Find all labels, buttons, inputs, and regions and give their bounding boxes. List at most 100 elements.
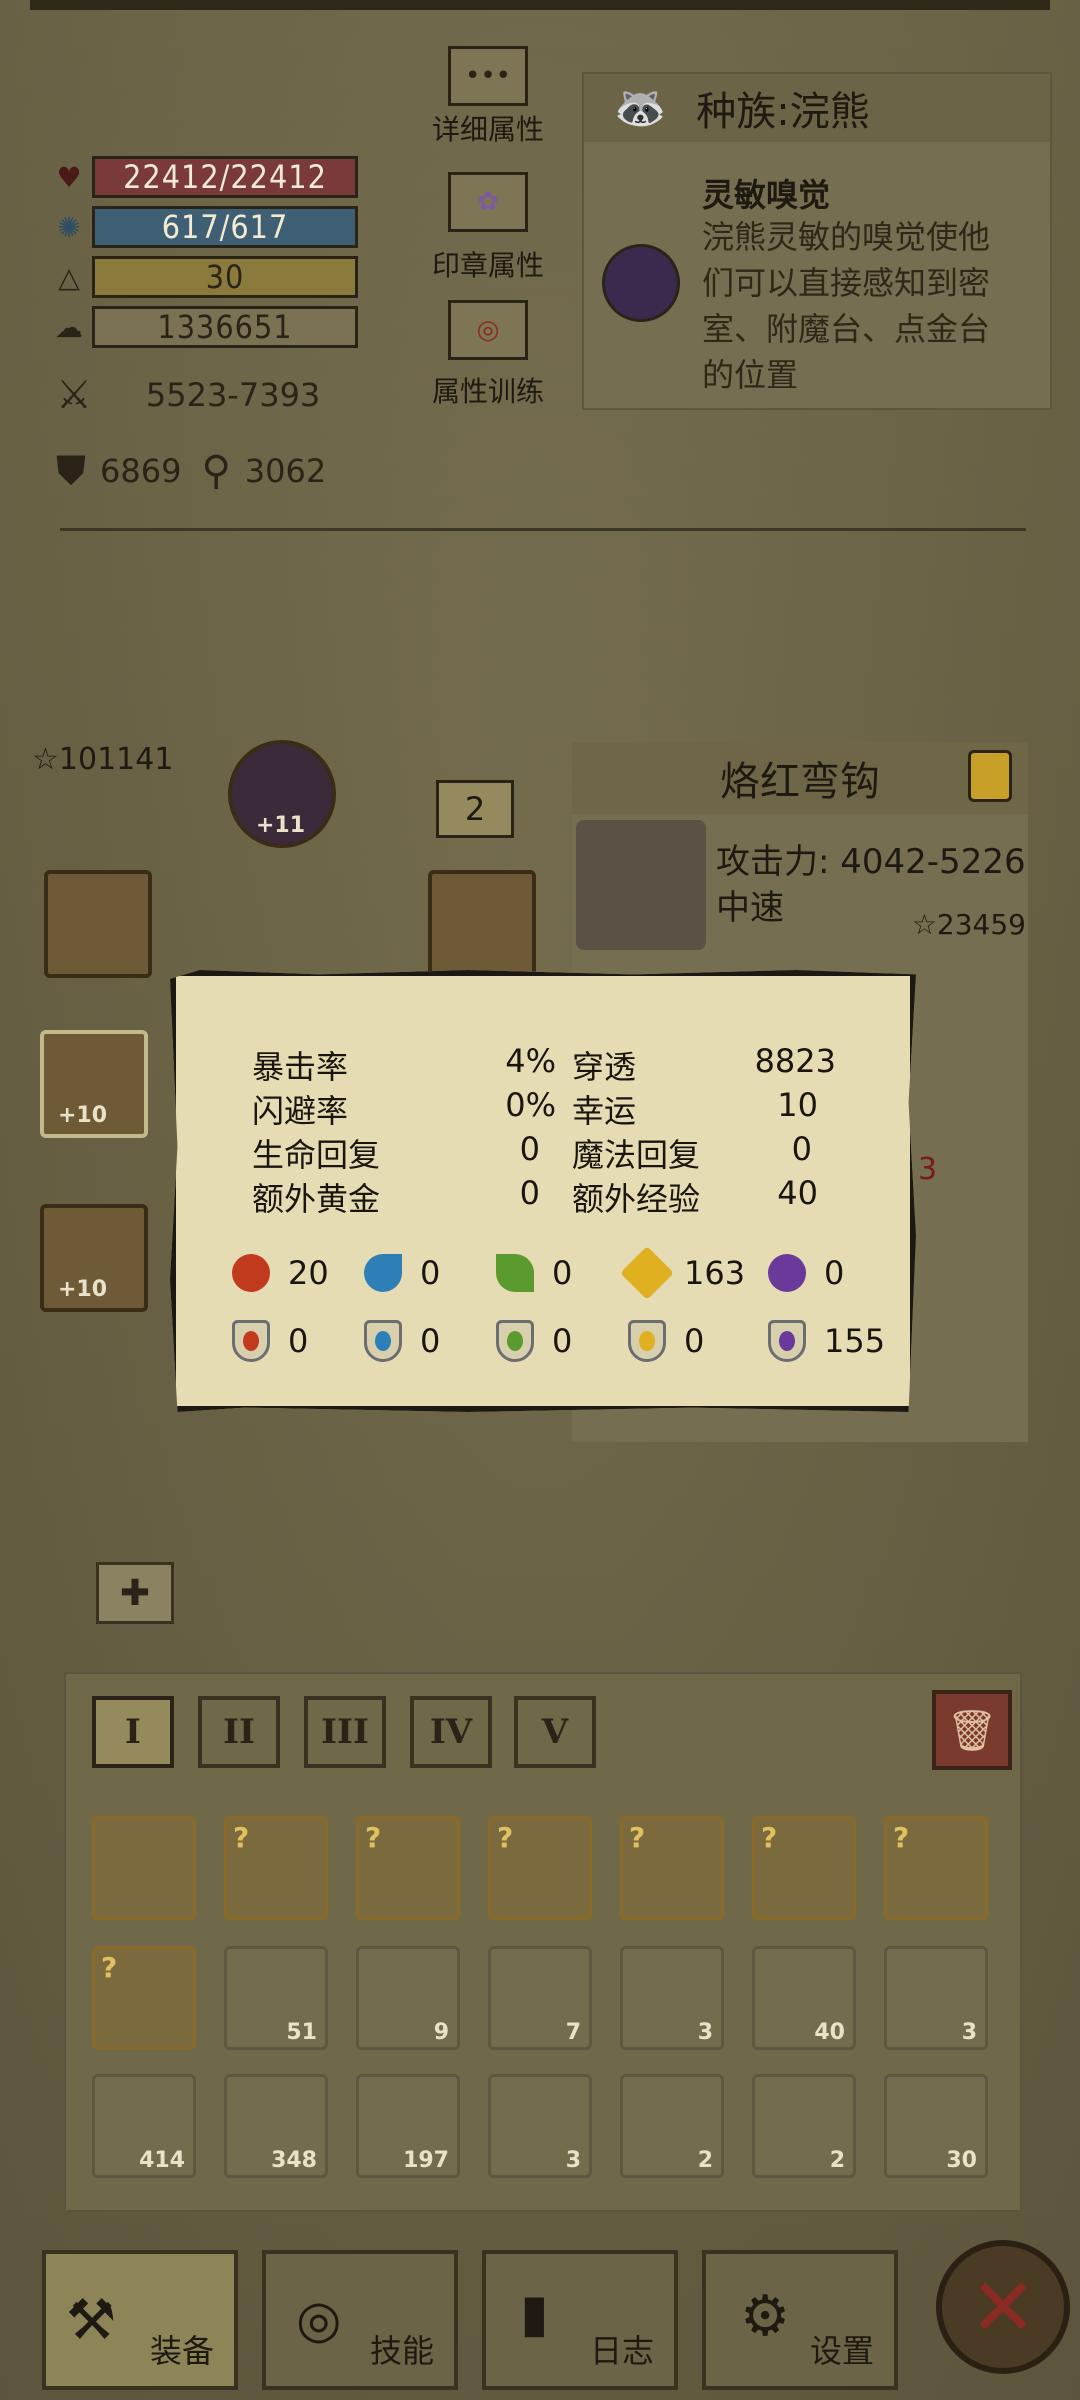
level-badge[interactable]: 2 [436,780,514,838]
resist-fire: 0 [232,1320,308,1362]
level-bar: 30 [92,256,358,298]
inventory-unknown-item[interactable]: ? [620,1816,724,1920]
mp-regen-value: 0 [791,1130,812,1168]
inventory-item[interactable]: 9 [356,1946,460,2050]
inventory-item[interactable]: 3 [488,2074,592,2178]
inventory-tab-4[interactable]: IV [410,1696,492,1768]
inventory-item[interactable]: 414 [92,2074,196,2178]
inventory-tab-3[interactable]: III [304,1696,386,1768]
attack-fire: 20 [232,1254,329,1292]
nav-skills[interactable]: ◎ 技能 [262,2250,458,2390]
nav-equipment[interactable]: ⚒ 装备 [42,2250,238,2390]
dodge-label: 闪避率 [252,1092,349,1130]
hp-regen-value: 0 [519,1130,540,1168]
equipment-power: ☆101141 [32,742,174,777]
race-skill-name: 灵敏嗅觉 [702,176,831,214]
bonus-gold-value: 0 [519,1174,540,1212]
water-shield-icon [364,1320,402,1362]
inventory-item[interactable]: 30 [884,2074,988,2178]
resist-water: 0 [364,1320,440,1362]
luck-label: 幸运 [572,1092,637,1130]
leaf-icon [496,1254,534,1292]
attack-stat: ⚔ 5523-7393 [56,372,320,418]
bonus-gold-label: 额外黄金 [252,1180,381,1218]
inventory-item[interactable]: 7 [488,1946,592,2050]
magic-staff-icon: ⚲ [201,448,231,494]
seal-attributes-button[interactable]: ✿ [448,172,528,232]
pierce-value: 8823 [754,1042,836,1080]
inventory-unknown-item[interactable]: ? [488,1816,592,1920]
attribute-training-button[interactable]: ◎ [448,300,528,360]
shield-icon: ⛊ [56,448,86,494]
gold-pile-icon: ☁ [55,310,83,344]
raccoon-head-icon: 🦝 [614,83,667,132]
light-shield-icon [628,1320,666,1362]
helmet-slot[interactable]: +11 [228,740,336,848]
crit-label: 暴击率 [252,1048,349,1086]
level-triangle-icon: △ [58,260,80,294]
light-burst-icon [620,1246,674,1300]
attack-value: 5523-7393 [145,376,321,414]
inventory-item[interactable]: 348 [224,2074,328,2178]
nav-log[interactable]: ▮ 日志 [482,2250,678,2390]
question-mark-icon: ? [101,1951,118,1984]
helmet-plus: +11 [256,813,306,838]
weapon-power: ☆23459 [911,908,1026,941]
inventory-item[interactable]: 40 [752,1946,856,2050]
question-mark-icon: ? [893,1821,910,1854]
inventory-item[interactable]: 3 [884,1946,988,2050]
gear-icon: ⚙ [740,2284,791,2349]
inventory-unknown-item[interactable]: ? [224,1816,328,1920]
shadow-shield-icon [768,1320,806,1362]
detail-attributes-label: 详细属性 [431,113,544,146]
axe-icon: ⚒ [66,2288,117,2353]
defense-value: 6869 [100,452,182,490]
attribute-training-label: 属性训练 [431,375,544,408]
mp-regen-label: 魔法回复 [572,1136,701,1174]
seal-attributes-label: 印章属性 [431,249,544,282]
inventory-unknown-item[interactable]: ? [884,1816,988,1920]
ring-slot[interactable] [44,870,152,978]
flower-seal-icon: ✿ [477,187,499,217]
inventory-item[interactable]: 3 [620,1946,724,2050]
section-divider [60,528,1026,531]
inventory-item[interactable]: 2 [620,2074,724,2178]
weapon-slot-plus: +10 [58,1103,108,1128]
gold-bar: 1336651 [92,306,358,348]
inventory-unknown-item[interactable]: ? [92,1946,196,2050]
inventory-item[interactable]: 2 [752,2074,856,2178]
inventory-unknown-item[interactable]: ? [752,1816,856,1920]
trash-button[interactable]: 🗑 [932,1690,1012,1770]
mana-gear-icon: ✺ [57,210,81,244]
inventory-item[interactable]: 51 [224,1946,328,2050]
inventory-tab-5[interactable]: V [514,1696,596,1768]
add-slot-button[interactable]: ✚ [96,1562,174,1624]
detail-attributes-button[interactable]: ••• [448,46,528,106]
weapon-speed: 中速 [716,888,784,928]
inventory-tab-2[interactable]: II [198,1696,280,1768]
hp-bar: 22412/22412 [92,156,358,198]
inventory-weapon-item[interactable] [92,1816,196,1920]
inventory-tab-1[interactable]: I [92,1696,174,1768]
journal-icon: ▮ [520,2284,549,2344]
lock-icon[interactable] [968,750,1012,802]
inventory-item[interactable]: 197 [356,2074,460,2178]
fire-icon [232,1254,270,1292]
race-skill-icon [602,244,680,322]
dodge-value: 0% [505,1086,556,1124]
weapon-side-number: 3 [918,1152,938,1187]
inventory-unknown-item[interactable]: ? [356,1816,460,1920]
pierce-label: 穿透 [572,1048,637,1086]
weapon-slot[interactable]: +10 [40,1030,148,1138]
gauntlet-slot[interactable]: +10 [40,1204,148,1312]
question-mark-icon: ? [497,1821,514,1854]
hp-regen-label: 生命回复 [252,1136,381,1174]
weapon-attack: 攻击力: 4042-5226 [716,842,1026,882]
close-button[interactable]: ✕ [936,2240,1070,2374]
race-panel: 🦝 种族:浣熊 灵敏嗅觉 浣熊灵敏的嗅觉使他们可以直接感知到密室、附魔台、点金台… [582,72,1052,410]
heart-icon: ♥ [56,160,82,194]
shadow-swirl-icon [768,1254,806,1292]
armor-slot[interactable] [428,870,536,978]
nav-settings[interactable]: ⚙ 设置 [702,2250,898,2390]
question-mark-icon: ? [233,1821,250,1854]
